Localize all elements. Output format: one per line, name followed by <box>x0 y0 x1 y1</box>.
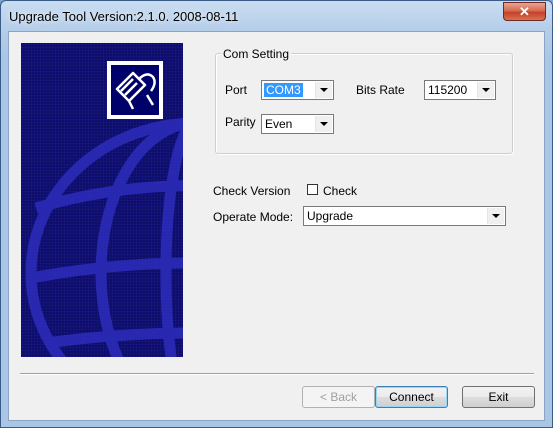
parity-value: Even <box>265 117 293 131</box>
parity-label: Parity <box>225 115 256 129</box>
chevron-down-icon[interactable] <box>487 208 504 224</box>
bits-rate-select[interactable]: 115200 <box>424 80 496 100</box>
banner-image <box>21 43 183 357</box>
exit-button[interactable]: Exit <box>462 386 535 408</box>
connect-button[interactable]: Connect <box>375 386 448 408</box>
check-version-label: Check Version <box>213 184 291 198</box>
com-setting-legend: Com Setting <box>221 47 292 61</box>
back-button[interactable]: < Back <box>302 386 375 408</box>
com-setting-group <box>215 53 513 154</box>
check-version-checkbox[interactable] <box>307 184 318 195</box>
title-bar[interactable]: Upgrade Tool Version:2.1.0. 2008-08-11 ✕ <box>1 1 552 31</box>
close-icon: ✕ <box>519 4 530 19</box>
chevron-down-icon[interactable] <box>315 116 332 132</box>
port-select[interactable]: COM3 <box>261 80 334 100</box>
footer-separator <box>20 373 534 375</box>
operate-mode-select[interactable]: Upgrade <box>303 206 506 226</box>
chevron-down-icon[interactable] <box>315 82 332 98</box>
logo-frame <box>107 61 163 119</box>
close-button[interactable]: ✕ <box>503 2 546 21</box>
upgrade-tool-window: Upgrade Tool Version:2.1.0. 2008-08-11 ✕ <box>0 0 553 428</box>
window-title: Upgrade Tool Version:2.1.0. 2008-08-11 <box>9 9 239 24</box>
check-checkbox-label[interactable]: Check <box>323 184 357 198</box>
operate-mode-value: Upgrade <box>307 209 354 223</box>
bits-rate-value: 115200 <box>428 83 468 97</box>
port-label: Port <box>225 83 248 97</box>
dialog-client-area: Com Setting Port COM3 Bits Rate 115200 P… <box>8 31 545 421</box>
bits-rate-label: Bits Rate <box>356 83 405 97</box>
port-value: COM3 <box>264 83 303 97</box>
parity-select[interactable]: Even <box>261 114 334 134</box>
network-cable-icon <box>111 65 159 115</box>
operate-mode-label: Operate Mode: <box>213 210 294 224</box>
chevron-down-icon[interactable] <box>477 82 494 98</box>
